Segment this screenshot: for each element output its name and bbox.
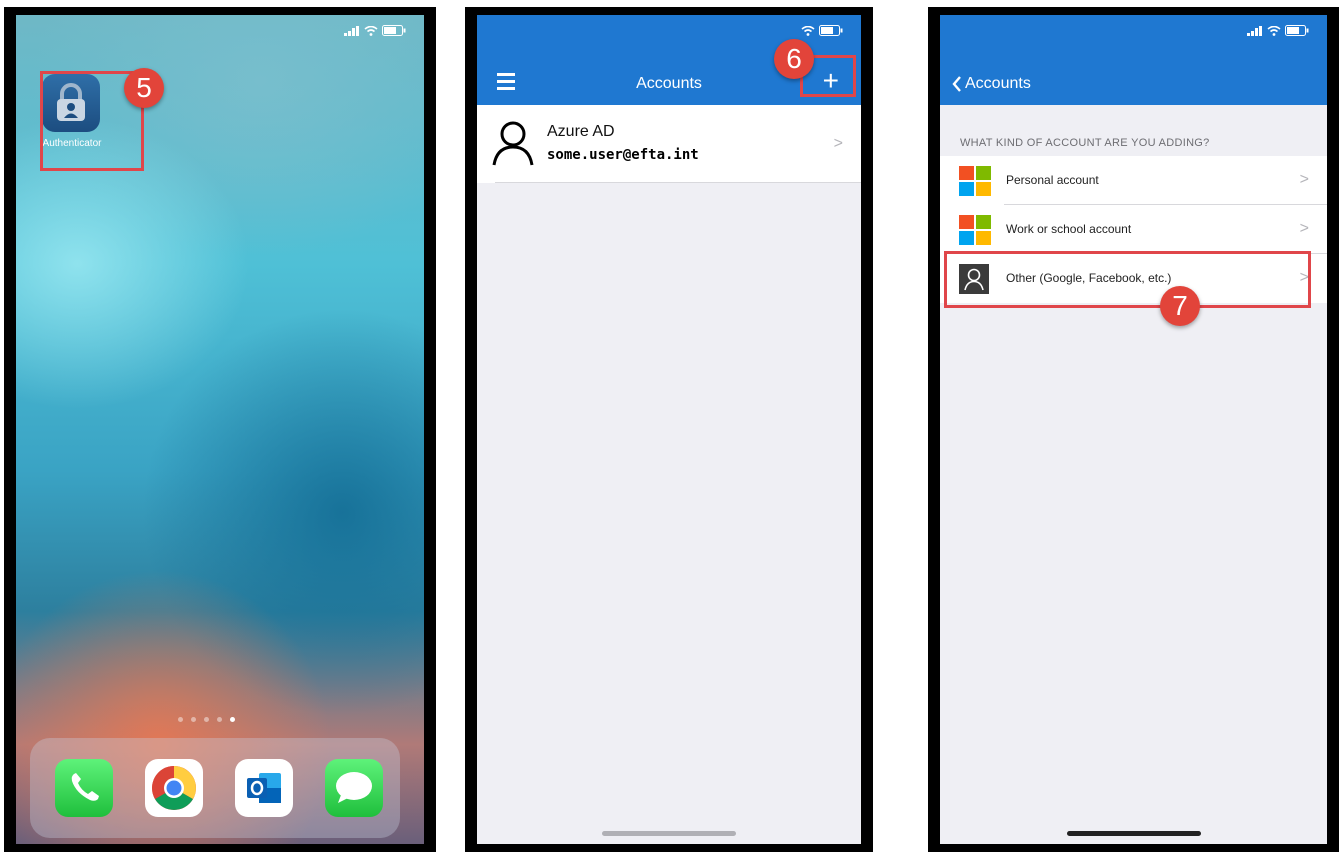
wifi-icon [364, 25, 378, 36]
chevron-right-icon: > [1299, 220, 1309, 237]
wifi-icon [1267, 25, 1281, 36]
page-dot [204, 717, 209, 722]
messages-icon[interactable] [325, 759, 383, 817]
outlook-icon[interactable] [235, 759, 293, 817]
option-label: Work or school account [1006, 222, 1132, 236]
microsoft-logo-icon [959, 166, 991, 196]
phone-icon[interactable] [55, 759, 113, 817]
account-name: Azure AD [547, 123, 615, 140]
chrome-icon[interactable] [145, 759, 203, 817]
status-bar [1247, 25, 1309, 36]
chevron-right-icon: > [833, 135, 843, 152]
signal-icon [1247, 25, 1262, 36]
back-label: Accounts [965, 75, 1031, 92]
status-bar [344, 25, 406, 36]
option-label: Personal account [1006, 173, 1099, 187]
highlight-box-step7 [944, 251, 1311, 308]
page-dot [191, 717, 196, 722]
chevron-right-icon: > [1299, 171, 1309, 188]
add-account-header: Accounts [940, 15, 1327, 105]
phone-accounts-screen: Accounts + Azure AD some.user@efta.int > [465, 7, 873, 852]
battery-icon [1285, 25, 1309, 36]
accounts-screen: Accounts + Azure AD some.user@efta.int > [477, 15, 861, 844]
back-button[interactable]: Accounts [952, 75, 1031, 93]
accounts-list [477, 105, 861, 844]
dock [30, 738, 400, 838]
page-indicator[interactable] [178, 717, 235, 722]
account-row-azure-ad[interactable]: Azure AD some.user@efta.int > [477, 105, 861, 183]
microsoft-logo-icon [959, 215, 991, 245]
step-badge-5: 5 [124, 68, 164, 108]
signal-icon [344, 25, 359, 36]
home-indicator[interactable] [602, 831, 736, 836]
page-dot [178, 717, 183, 722]
wifi-icon [801, 25, 815, 36]
row-divider [495, 182, 861, 183]
account-email: some.user@efta.int [547, 147, 699, 163]
page-dot [217, 717, 222, 722]
battery-icon [382, 25, 406, 36]
step-badge-6: 6 [774, 39, 814, 79]
battery-icon [819, 25, 843, 36]
person-outline-icon [492, 121, 534, 166]
home-indicator[interactable] [1066, 831, 1201, 836]
add-account-screen: Accounts WHAT KIND OF ACCOUNT ARE YOU AD… [940, 15, 1327, 844]
status-bar [801, 25, 843, 36]
chevron-left-icon [952, 76, 961, 92]
phone-add-account-screen: Accounts WHAT KIND OF ACCOUNT ARE YOU AD… [928, 7, 1339, 852]
option-personal-account[interactable]: Personal account > [940, 156, 1327, 205]
page-dot-active [230, 717, 235, 722]
step-badge-7: 7 [1160, 286, 1200, 326]
option-work-school-account[interactable]: Work or school account > [940, 205, 1327, 254]
section-header: WHAT KIND OF ACCOUNT ARE YOU ADDING? [960, 137, 1210, 149]
